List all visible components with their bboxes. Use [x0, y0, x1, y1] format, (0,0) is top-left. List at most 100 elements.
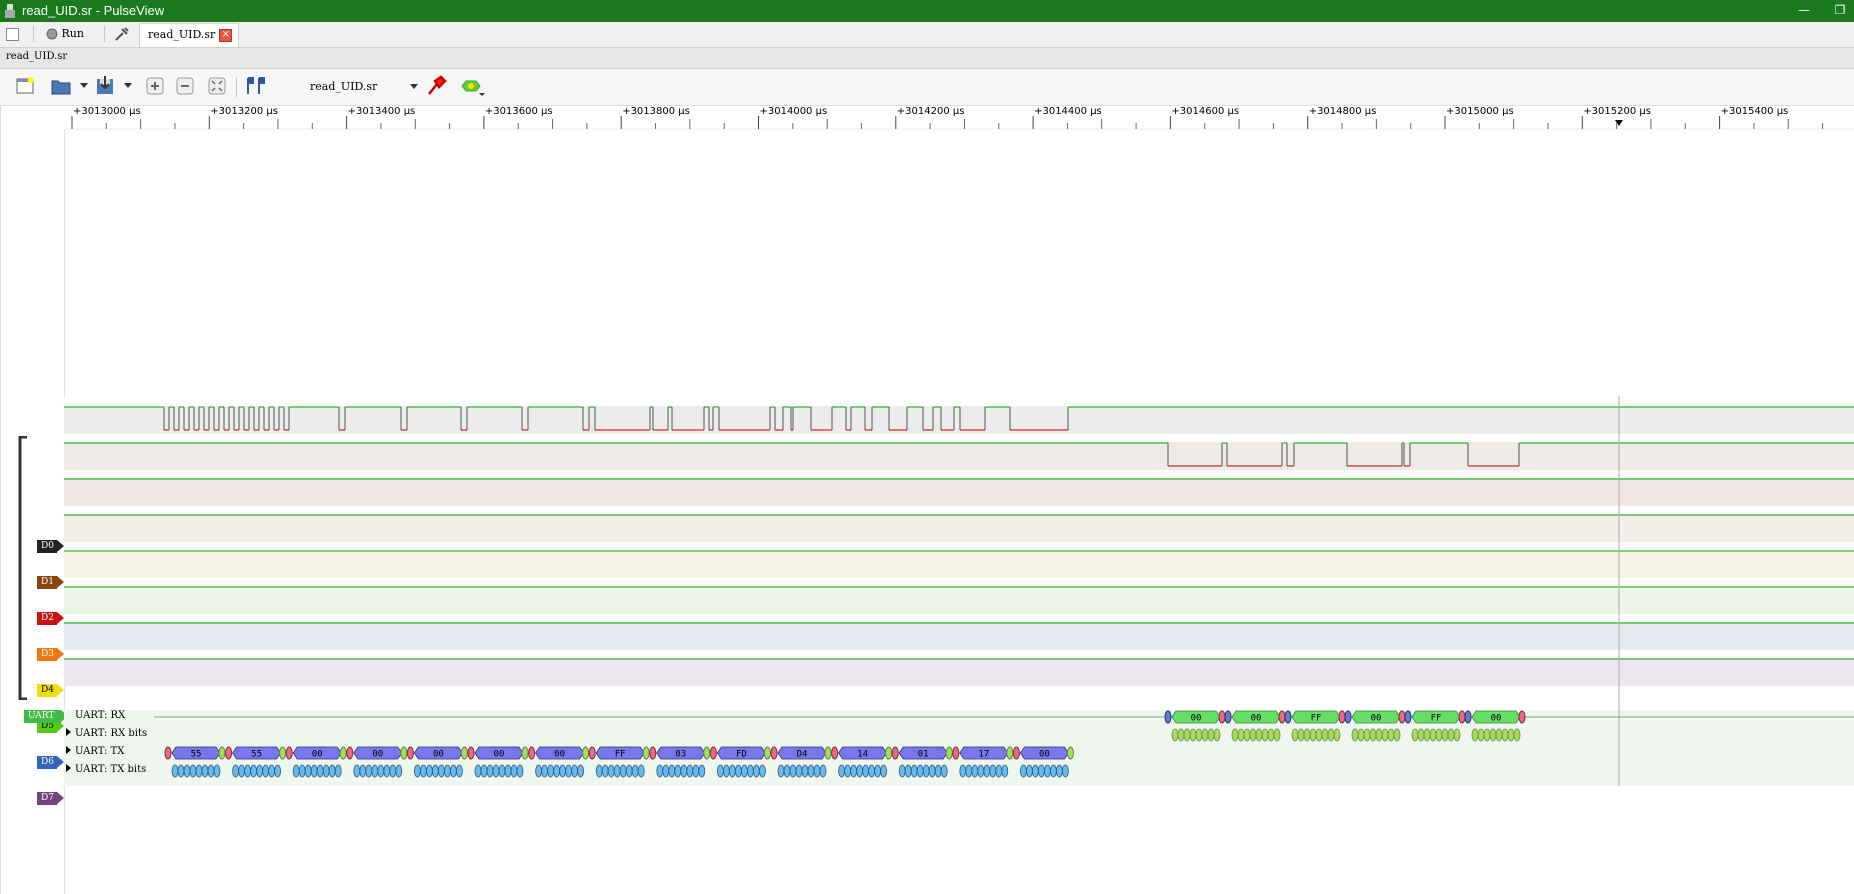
- bit-marker: [717, 764, 724, 778]
- zoom-fit-icon[interactable]: [206, 75, 228, 97]
- pulseview-app-icon: [5, 4, 15, 18]
- bit-marker: [680, 764, 688, 778]
- bit-marker: [516, 764, 524, 778]
- bit-marker: [474, 764, 482, 778]
- ruler-label: +3015200 μs: [1583, 106, 1651, 117]
- uart-decoder-badge[interactable]: UART: [24, 710, 68, 723]
- open-file-icon[interactable]: [50, 75, 72, 97]
- annotation-value: 00: [433, 750, 444, 760]
- new-session-icon[interactable]: [14, 75, 36, 97]
- bit-marker: [916, 764, 924, 778]
- channel-name: D4: [41, 685, 54, 695]
- time-ruler[interactable]: +3013000 μs +3013200 μs +3013400 μs +301360…: [64, 106, 1854, 130]
- bit-marker: [328, 764, 336, 778]
- new-view-icon[interactable]: [6, 24, 20, 44]
- save-file-icon[interactable]: [94, 75, 116, 97]
- decoder-row-label[interactable]: UART: TX: [66, 746, 124, 757]
- annotation-block: 00: [353, 746, 403, 760]
- bit-marker: [1315, 728, 1323, 742]
- bit-marker: [310, 764, 318, 778]
- channel-badge-d3[interactable]: D3: [37, 648, 64, 661]
- stop-bit: [400, 746, 408, 760]
- tools-icon[interactable]: [114, 24, 130, 44]
- decoder-row-label[interactable]: UART: RX bits: [66, 728, 147, 739]
- bit-marker: [437, 764, 445, 778]
- start-bit: [406, 746, 414, 760]
- stop-bit: [703, 746, 711, 760]
- channel-badge-d7[interactable]: D7: [37, 792, 64, 805]
- channel-badge-d6[interactable]: D6: [37, 756, 64, 769]
- ruler-label: +3014000 μs: [759, 106, 828, 117]
- bit-marker: [801, 764, 809, 778]
- trace-row-bg: [64, 622, 1854, 650]
- annotation-block: FD: [716, 746, 766, 760]
- annotation-value: FD: [736, 750, 747, 760]
- bit-marker: [1423, 728, 1431, 742]
- run-button[interactable]: Run: [46, 24, 84, 44]
- decoder-dropdown-icon[interactable]: [479, 93, 485, 96]
- expand-arrow-icon[interactable]: [66, 764, 71, 772]
- bit-marker: [1375, 728, 1383, 742]
- ruler-label: +3013800 μs: [622, 106, 690, 117]
- start-bit: [891, 746, 899, 760]
- bit-marker: [1231, 728, 1239, 742]
- bit-marker: [183, 764, 191, 778]
- open-dropdown-icon[interactable]: [80, 83, 88, 88]
- show-cursors-icon[interactable]: [244, 75, 266, 97]
- bit-marker: [1267, 728, 1275, 742]
- zoom-in-icon[interactable]: [144, 75, 166, 97]
- annotation-value: 03: [675, 750, 686, 760]
- start-bit: [709, 746, 717, 760]
- annotation-block: 00: [1171, 710, 1221, 724]
- run-label: Run: [61, 27, 84, 40]
- bit-marker: [1207, 728, 1215, 742]
- bit-marker: [601, 764, 609, 778]
- bit-marker: [395, 764, 403, 778]
- start-bit: [1284, 710, 1292, 724]
- stop-bit: [279, 746, 287, 760]
- bit-marker: [559, 764, 567, 778]
- start-bit: [285, 746, 293, 760]
- stop-bit: [1518, 710, 1526, 724]
- channel-badge-d1[interactable]: D1: [37, 576, 64, 589]
- save-dropdown-icon[interactable]: [124, 83, 132, 88]
- bit-marker: [359, 764, 367, 778]
- zoom-out-icon[interactable]: [174, 75, 196, 97]
- bit-marker: [789, 764, 797, 778]
- tab-read-uid[interactable]: read_UID.sr ×: [139, 23, 240, 47]
- bit-marker: [656, 764, 664, 778]
- channel-badge-d4[interactable]: D4: [37, 684, 64, 697]
- decoder-row-name: UART: RX: [75, 710, 126, 721]
- channel-badge-d2[interactable]: D2: [37, 612, 64, 625]
- annotation-block: 00: [292, 746, 342, 760]
- bit-marker: [207, 764, 215, 778]
- cursor-marker-icon[interactable]: [1615, 120, 1623, 126]
- bit-marker: [1429, 728, 1437, 742]
- bit-marker: [292, 764, 300, 778]
- title-bar: read_UID.sr - PulseView — ❐: [0, 0, 1854, 22]
- decoder-row-label[interactable]: UART: TX bits: [66, 764, 146, 775]
- expand-arrow-icon[interactable]: [66, 728, 71, 736]
- bit-marker: [1201, 728, 1209, 742]
- bit-marker: [965, 764, 973, 778]
- bit-marker: [668, 764, 676, 778]
- device-name: read_UID.sr: [310, 80, 378, 93]
- bit-marker: [850, 764, 857, 778]
- close-tab-icon[interactable]: ×: [219, 28, 233, 42]
- ruler-label: +3014400 μs: [1034, 106, 1102, 117]
- probe-config-icon[interactable]: [425, 75, 447, 97]
- stop-bit: [1398, 710, 1406, 724]
- annotation-value: FF: [1311, 714, 1322, 724]
- channel-name: D1: [41, 577, 54, 587]
- annotation-block: 00: [474, 746, 524, 760]
- bit-marker: [838, 764, 845, 778]
- trace-row-bg: [64, 442, 1854, 470]
- minimize-button[interactable]: —: [1790, 2, 1818, 20]
- restore-button[interactable]: ❐: [1826, 2, 1854, 20]
- bit-marker: [316, 764, 324, 778]
- expand-arrow-icon[interactable]: [66, 746, 71, 754]
- device-dropdown-icon[interactable]: [410, 84, 418, 89]
- channel-badge-d0[interactable]: D0: [37, 540, 64, 553]
- trace-view[interactable]: 00 00 FF 00 FF 00 55 55 00 00 00 00 00 FF 03 FD D4 14 01 17…: [64, 130, 1854, 894]
- bit-marker: [322, 764, 330, 778]
